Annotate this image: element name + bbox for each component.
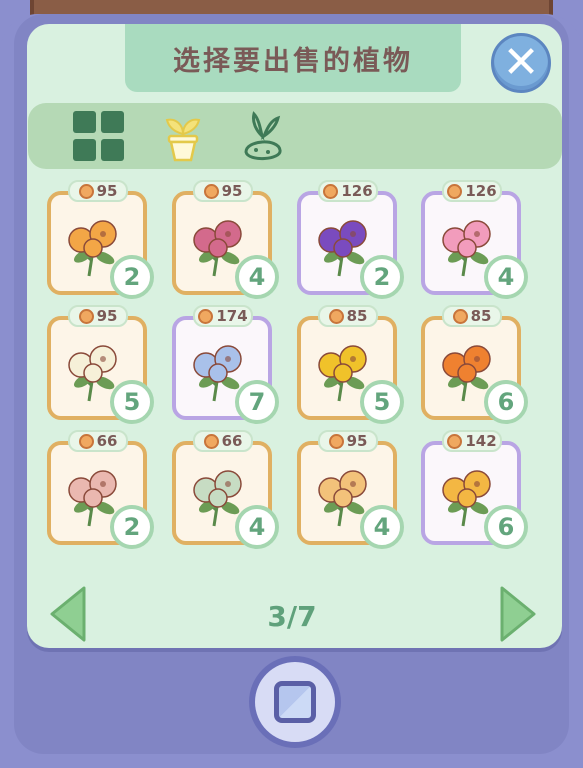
coin-icon [323,183,339,199]
plant-card[interactable]: 95 4 [295,430,404,549]
quantity-value: 5 [123,388,141,416]
quantity-value: 6 [497,513,515,541]
tab-seedling-icon[interactable] [238,108,286,164]
title-banner: 选择要出售的植物 [125,24,461,92]
price-value: 95 [221,182,243,200]
close-button[interactable]: ✕ [491,33,551,93]
price-value: 66 [221,432,243,450]
plant-card[interactable]: 66 2 [45,430,154,549]
price-value: 142 [465,432,497,450]
coin-icon [447,433,463,449]
price-value: 95 [96,307,118,325]
plant-card[interactable]: 126 2 [295,180,404,299]
quantity-badge: 6 [484,380,528,424]
quantity-badge: 2 [110,255,154,299]
coin-icon [78,183,94,199]
coin-icon [198,308,214,324]
coin-icon [452,308,468,324]
quantity-value: 5 [373,388,391,416]
quantity-badge: 4 [360,505,404,549]
quantity-badge: 4 [484,255,528,299]
coin-icon [203,183,219,199]
plant-card[interactable]: 142 6 [419,430,528,549]
price-tag: 85 [442,305,502,327]
price-tag: 174 [193,305,253,327]
plant-card[interactable]: 66 4 [170,430,279,549]
price-value: 66 [96,432,118,450]
next-page-arrow-icon[interactable] [498,584,538,644]
home-square-icon [274,681,316,723]
quantity-value: 2 [123,513,141,541]
quantity-badge: 7 [235,380,279,424]
quantity-badge: 2 [110,505,154,549]
price-value: 126 [465,182,497,200]
prev-page-arrow-icon[interactable] [48,584,88,644]
quantity-badge: 4 [235,505,279,549]
quantity-badge: 4 [235,255,279,299]
price-tag: 126 [442,180,502,202]
price-tag: 142 [442,430,502,452]
price-tag: 95 [68,180,128,202]
page-title: 选择要出售的植物 [173,45,413,77]
quantity-value: 4 [248,513,266,541]
plant-card[interactable]: 85 5 [295,305,404,424]
page-indicator: 3/7 [267,600,317,633]
quantity-badge: 6 [484,505,528,549]
price-value: 174 [216,307,248,325]
coin-icon [78,308,94,324]
price-value: 95 [346,432,368,450]
tab-potted-plant-icon[interactable] [159,108,207,164]
quantity-badge: 5 [360,380,404,424]
price-tag: 85 [318,305,378,327]
quantity-value: 4 [497,263,515,291]
price-value: 95 [96,182,118,200]
quantity-value: 2 [373,263,391,291]
quantity-value: 4 [248,263,266,291]
quantity-value: 6 [497,388,515,416]
price-tag: 126 [318,180,378,202]
price-tag: 95 [318,430,378,452]
quantity-value: 7 [248,388,266,416]
plant-card[interactable]: 126 4 [419,180,528,299]
plant-card[interactable]: 174 7 [170,305,279,424]
quantity-badge: 2 [360,255,404,299]
close-icon: ✕ [502,37,540,88]
price-tag: 66 [193,430,253,452]
plant-card[interactable]: 85 6 [419,305,528,424]
price-tag: 66 [68,430,128,452]
coin-icon [203,433,219,449]
price-tag: 95 [193,180,253,202]
coin-icon [328,308,344,324]
quantity-badge: 5 [110,380,154,424]
quantity-value: 2 [123,263,141,291]
price-value: 85 [470,307,492,325]
tab-all-grid-icon[interactable] [73,111,125,161]
coin-icon [447,183,463,199]
home-button-ring [255,662,335,742]
plant-card[interactable]: 95 5 [45,305,154,424]
coin-icon [328,433,344,449]
coin-icon [78,433,94,449]
plant-card[interactable]: 95 4 [170,180,279,299]
price-value: 85 [346,307,368,325]
home-button[interactable] [249,656,341,748]
plant-card[interactable]: 95 2 [45,180,154,299]
quantity-value: 4 [373,513,391,541]
price-value: 126 [341,182,373,200]
price-tag: 95 [68,305,128,327]
